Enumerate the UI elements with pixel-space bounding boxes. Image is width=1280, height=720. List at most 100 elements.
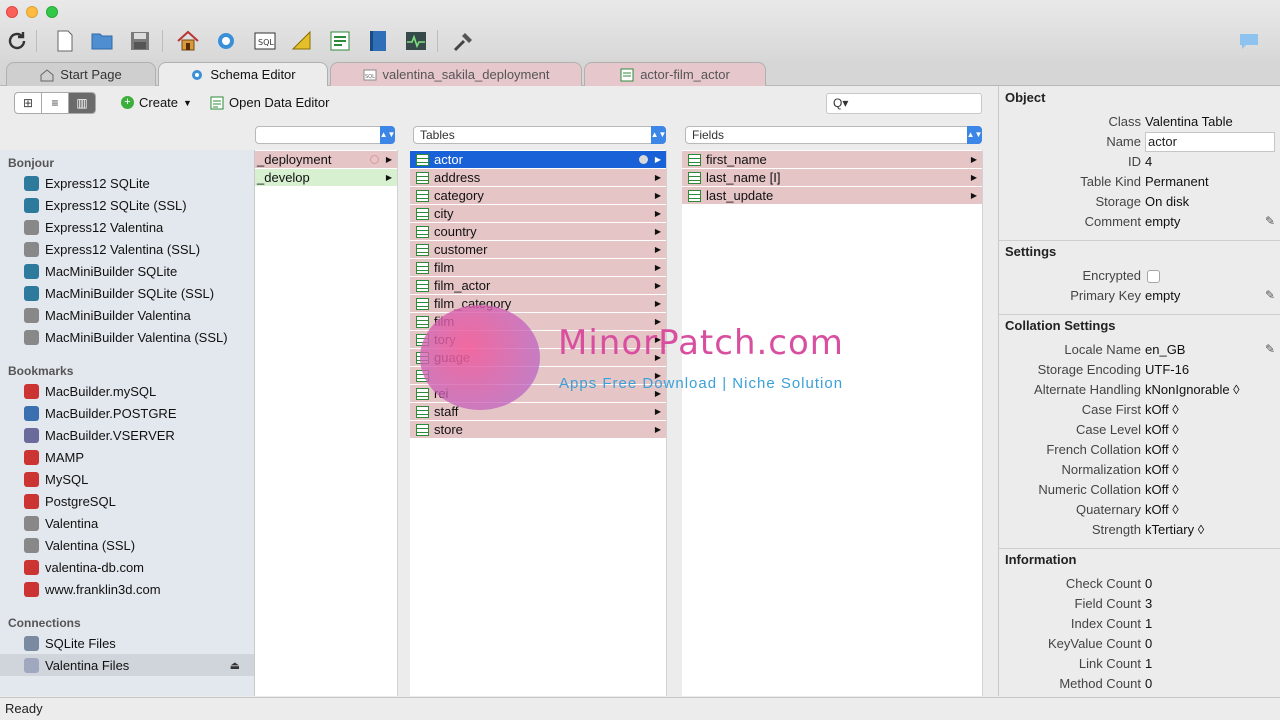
list-view-icon[interactable]: ≡ xyxy=(42,93,69,113)
property-select[interactable]: kTertiary ◊ xyxy=(1145,522,1204,537)
table-row[interactable]: store ▶ xyxy=(410,421,666,438)
pencil-icon[interactable]: ✎ xyxy=(1265,214,1275,228)
tool-icon[interactable] xyxy=(451,28,477,54)
tab-valentina-sakila-deployment[interactable]: SQL valentina_sakila_deployment xyxy=(330,62,582,86)
sidebar-item[interactable]: Express12 SQLite (SSL) xyxy=(0,194,254,216)
create-button[interactable]: + Create ▼ xyxy=(121,95,192,110)
new-document-icon[interactable] xyxy=(52,28,78,54)
sidebar-item[interactable]: Valentina (SSL) xyxy=(0,534,254,556)
table-row[interactable]: country ▶ xyxy=(410,223,666,240)
property-value: Valentina Table xyxy=(1145,114,1233,129)
property-select[interactable]: kOff ◊ xyxy=(1145,442,1179,457)
form-icon[interactable] xyxy=(327,28,353,54)
search-input[interactable]: Q▾ xyxy=(826,93,982,114)
field-row[interactable]: first_name ▶ xyxy=(682,151,982,168)
sidebar-header-connections: Connections xyxy=(8,616,81,630)
encrypted-checkbox[interactable] xyxy=(1147,270,1160,283)
sidebar-item[interactable]: MySQL xyxy=(0,468,254,490)
inspector-property: Name actor xyxy=(999,132,1280,154)
sidebar-item[interactable]: Express12 Valentina (SSL) xyxy=(0,238,254,260)
fields-selector[interactable]: Fields ▲▼ xyxy=(685,126,982,144)
refresh-icon[interactable] xyxy=(4,28,30,54)
property-select[interactable]: kNonIgnorable ◊ xyxy=(1145,382,1240,397)
sidebar-item[interactable]: SQLite Files xyxy=(0,632,254,654)
property-key: Case Level xyxy=(1075,422,1141,437)
database-row[interactable]: _deployment ▶ xyxy=(255,151,397,168)
sidebar-item[interactable]: MacMiniBuilder Valentina xyxy=(0,304,254,326)
open-folder-icon[interactable] xyxy=(89,28,115,54)
property-select[interactable]: kOff ◊ xyxy=(1145,482,1179,497)
sidebar-item[interactable]: PostgreSQL xyxy=(0,490,254,512)
sidebar-item[interactable]: MAMP xyxy=(0,446,254,468)
table-row[interactable]: film_category ▶ xyxy=(410,295,666,312)
server-icon xyxy=(24,329,39,345)
table-row[interactable]: address ▶ xyxy=(410,169,666,186)
table-row[interactable]: film ▶ xyxy=(410,259,666,276)
table-row[interactable]: customer ▶ xyxy=(410,241,666,258)
tables-selector[interactable]: Tables ▲▼ xyxy=(413,126,666,144)
property-value: 4 xyxy=(1145,154,1153,169)
zoom-window-button[interactable] xyxy=(46,6,58,18)
sidebar-item-label: MacMiniBuilder Valentina (SSL) xyxy=(45,329,228,345)
column-view-icon[interactable]: ▥ xyxy=(69,93,95,113)
save-icon[interactable] xyxy=(127,28,153,54)
sidebar-header-bookmarks: Bookmarks xyxy=(8,364,74,378)
sidebar-item[interactable]: Express12 Valentina xyxy=(0,216,254,238)
diagram-icon[interactable] xyxy=(289,28,315,54)
name-field[interactable]: actor xyxy=(1145,132,1275,152)
close-window-button[interactable] xyxy=(6,6,18,18)
plus-circle-icon: + xyxy=(121,96,134,109)
sidebar-item[interactable]: MacBuilder.POSTGRE xyxy=(0,402,254,424)
table-row[interactable]: rei ▶ xyxy=(410,385,666,402)
sidebar-item[interactable]: MacMiniBuilder SQLite (SSL) xyxy=(0,282,254,304)
home-icon[interactable] xyxy=(175,28,201,54)
table-row[interactable]: category ▶ xyxy=(410,187,666,204)
sidebar-item[interactable]: MacBuilder.mySQL xyxy=(0,380,254,402)
chevron-right-icon: ▶ xyxy=(654,281,661,290)
book-icon[interactable] xyxy=(365,28,391,54)
property-value: 0 xyxy=(1145,676,1153,691)
table-row[interactable]: tory ▶ xyxy=(410,331,666,348)
table-row[interactable]: ▶ xyxy=(410,367,666,384)
property-key: Check Count xyxy=(1065,576,1141,591)
chat-icon[interactable] xyxy=(1236,28,1262,54)
open-data-editor-button[interactable]: Open Data Editor xyxy=(210,95,329,110)
pencil-icon[interactable]: ✎ xyxy=(1265,288,1275,302)
sidebar-item[interactable]: MacMiniBuilder Valentina (SSL) xyxy=(0,326,254,348)
table-row[interactable]: actor ▶ xyxy=(410,151,666,168)
pencil-icon[interactable]: ✎ xyxy=(1265,342,1275,356)
schema-icon[interactable] xyxy=(213,28,239,54)
sidebar-item[interactable]: Valentina Files ⏏ xyxy=(0,654,254,676)
tab-label: valentina_sakila_deployment xyxy=(382,67,550,82)
tab-actor-film-actor[interactable]: actor-film_actor xyxy=(584,62,766,86)
sidebar-item[interactable]: www.franklin3d.com xyxy=(0,578,254,600)
eject-icon[interactable]: ⏏ xyxy=(230,659,240,672)
activity-icon[interactable] xyxy=(403,28,429,54)
table-row[interactable]: city ▶ xyxy=(410,205,666,222)
sidebar-item[interactable]: MacBuilder.VSERVER xyxy=(0,424,254,446)
property-select[interactable]: kOff ◊ xyxy=(1145,422,1179,437)
sidebar-item[interactable]: valentina-db.com xyxy=(0,556,254,578)
field-row[interactable]: last_update ▶ xyxy=(682,187,982,204)
table-row[interactable]: staff ▶ xyxy=(410,403,666,420)
sql-icon[interactable]: SQL xyxy=(252,28,278,54)
sidebar-item[interactable]: Express12 SQLite xyxy=(0,172,254,194)
property-select[interactable]: kOff ◊ xyxy=(1145,462,1179,477)
inspector-property: Case First kOff ◊ xyxy=(999,402,1280,422)
field-row[interactable]: last_name [I] ▶ xyxy=(682,169,982,186)
property-select[interactable]: kOff ◊ xyxy=(1145,502,1179,517)
minimize-window-button[interactable] xyxy=(26,6,38,18)
tab-start-page[interactable]: Start Page xyxy=(6,62,156,86)
tab-schema-editor[interactable]: Schema Editor xyxy=(158,62,328,86)
database-row[interactable]: _develop ▶ xyxy=(255,169,397,186)
property-key: Method Count xyxy=(1059,676,1141,691)
tree-view-icon[interactable]: ⊞ xyxy=(15,93,42,113)
table-row[interactable]: film ▶ xyxy=(410,313,666,330)
sidebar-item[interactable]: MacMiniBuilder SQLite xyxy=(0,260,254,282)
database-selector[interactable]: ▲▼ xyxy=(255,126,395,144)
property-select[interactable]: kOff ◊ xyxy=(1145,402,1179,417)
sidebar-item[interactable]: Valentina xyxy=(0,512,254,534)
table-row[interactable]: guage ▶ xyxy=(410,349,666,366)
view-mode-segmented-control[interactable]: ⊞ ≡ ▥ xyxy=(14,92,96,114)
table-row[interactable]: film_actor ▶ xyxy=(410,277,666,294)
